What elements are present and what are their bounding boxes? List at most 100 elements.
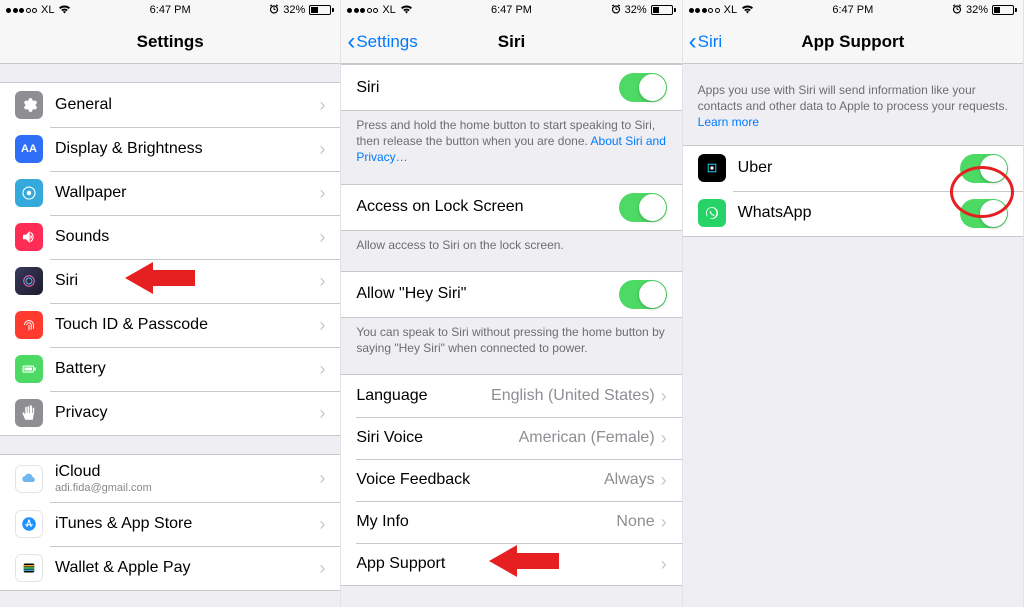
row-myinfo[interactable]: My Info None › (341, 501, 681, 543)
row-general[interactable]: General › (0, 83, 340, 127)
alarm-icon (611, 4, 621, 17)
row-label: iCloud adi.fida@gmail.com (55, 463, 319, 494)
row-label: Wallet & Apple Pay (55, 559, 319, 577)
status-bar: XL 6:47 PM 32% (0, 0, 340, 20)
wifi-icon (400, 4, 413, 17)
uber-icon (698, 154, 726, 182)
switch-toggle[interactable] (960, 199, 1008, 228)
navbar: ‹ Siri App Support (683, 20, 1023, 64)
chevron-right-icon: › (661, 512, 667, 533)
row-sounds[interactable]: Sounds › (0, 215, 340, 259)
chevron-right-icon: › (661, 554, 667, 575)
settings-content[interactable]: General › AA Display & Brightness › Wall… (0, 64, 340, 607)
appsupport-content[interactable]: Apps you use with Siri will send informa… (683, 64, 1023, 607)
carrier-label: XL (724, 4, 737, 16)
row-label: My Info (356, 513, 616, 531)
row-label: Allow "Hey Siri" (356, 285, 618, 303)
chevron-right-icon: › (319, 514, 325, 535)
row-lockscreen-toggle[interactable]: Access on Lock Screen (341, 185, 681, 230)
row-siri[interactable]: Siri › (0, 259, 340, 303)
back-button[interactable]: ‹ Settings (347, 30, 417, 54)
chevron-right-icon: › (319, 271, 325, 292)
back-button[interactable]: ‹ Siri (689, 30, 723, 54)
row-label: Privacy (55, 404, 319, 422)
status-bar: XL 6:47 PM 32% (341, 0, 681, 20)
wifi-icon (58, 4, 71, 17)
row-uber[interactable]: Uber (683, 146, 1023, 191)
chevron-right-icon: › (661, 386, 667, 407)
siri-content[interactable]: Siri Press and hold the home button to s… (341, 64, 681, 607)
row-label: Access on Lock Screen (356, 198, 618, 216)
alarm-icon (269, 4, 279, 17)
footer-text: Press and hold the home button to start … (341, 111, 681, 166)
signal-dots-icon (347, 8, 378, 13)
row-battery[interactable]: Battery › (0, 347, 340, 391)
navbar: ‹ Settings Siri (341, 20, 681, 64)
learn-more-link[interactable]: Learn more (698, 115, 759, 129)
row-icloud[interactable]: iCloud adi.fida@gmail.com › (0, 455, 340, 502)
row-label: iTunes & App Store (55, 515, 319, 533)
siri-icon (15, 267, 43, 295)
row-label: Language (356, 387, 491, 405)
switch-toggle[interactable] (619, 280, 667, 309)
chevron-right-icon: › (319, 558, 325, 579)
signal-dots-icon (689, 8, 720, 13)
footer-text: You can speak to Siri without pressing t… (341, 318, 681, 356)
row-heysiri-toggle[interactable]: Allow "Hey Siri" (341, 272, 681, 317)
icloud-label: iCloud (55, 463, 319, 481)
chevron-left-icon: ‹ (347, 30, 355, 54)
hand-icon (15, 399, 43, 427)
row-privacy[interactable]: Privacy › (0, 391, 340, 435)
chevron-right-icon: › (319, 468, 325, 489)
row-language[interactable]: Language English (United States) › (341, 375, 681, 417)
footer-text: Allow access to Siri on the lock screen. (341, 231, 681, 253)
wallet-icon (15, 554, 43, 582)
carrier-label: XL (382, 4, 395, 16)
icloud-icon (15, 465, 43, 493)
row-display[interactable]: AA Display & Brightness › (0, 127, 340, 171)
row-wallet[interactable]: Wallet & Apple Pay › (0, 546, 340, 590)
row-label: Display & Brightness (55, 140, 319, 158)
row-label: General (55, 96, 319, 114)
page-title: Settings (137, 32, 204, 52)
row-wallpaper[interactable]: Wallpaper › (0, 171, 340, 215)
row-label: Voice Feedback (356, 471, 604, 489)
chevron-right-icon: › (661, 428, 667, 449)
page-title: App Support (801, 32, 904, 52)
screen-appsupport: XL 6:47 PM 32% ‹ Siri App Support Apps y… (683, 0, 1024, 607)
row-itunes[interactable]: iTunes & App Store › (0, 502, 340, 546)
sounds-icon (15, 223, 43, 251)
gear-icon (15, 91, 43, 119)
screen-settings: XL 6:47 PM 32% Settings General › AA Dis… (0, 0, 341, 607)
fingerprint-icon (15, 311, 43, 339)
carrier-label: XL (41, 4, 54, 16)
switch-toggle[interactable] (619, 73, 667, 102)
row-value: Always (604, 471, 655, 489)
row-label: Touch ID & Passcode (55, 316, 319, 334)
wallpaper-icon (15, 179, 43, 207)
switch-toggle[interactable] (619, 193, 667, 222)
battery-percent: 32% (283, 4, 305, 16)
chevron-right-icon: › (319, 227, 325, 248)
row-touchid[interactable]: Touch ID & Passcode › (0, 303, 340, 347)
row-feedback[interactable]: Voice Feedback Always › (341, 459, 681, 501)
row-appsupport[interactable]: App Support › (341, 543, 681, 585)
row-label: Uber (738, 159, 960, 177)
row-label: App Support (356, 555, 660, 573)
row-label: Battery (55, 360, 319, 378)
chevron-left-icon: ‹ (689, 30, 697, 54)
row-whatsapp[interactable]: WhatsApp (683, 191, 1023, 236)
alarm-icon (952, 4, 962, 17)
row-label: Siri (356, 79, 618, 97)
row-label: Siri Voice (356, 429, 518, 447)
appstore-icon (15, 510, 43, 538)
row-siri-toggle[interactable]: Siri (341, 65, 681, 110)
row-voice[interactable]: Siri Voice American (Female) › (341, 417, 681, 459)
chevron-right-icon: › (319, 95, 325, 116)
display-icon: AA (15, 135, 43, 163)
navbar: Settings (0, 20, 340, 64)
battery-icon (15, 355, 43, 383)
switch-toggle[interactable] (960, 154, 1008, 183)
battery-icon (651, 5, 676, 15)
battery-percent: 32% (625, 4, 647, 16)
